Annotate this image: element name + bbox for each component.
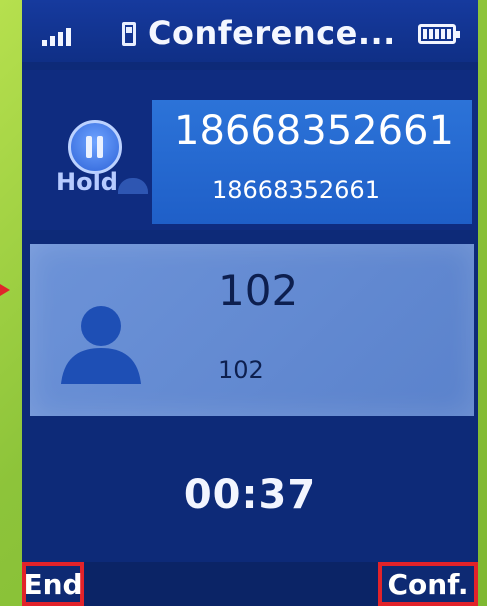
active-name-primary: 102 [218,266,299,315]
active-name-secondary: 102 [218,356,264,384]
call-timer: 00:37 [183,472,317,518]
annotation-arrow [0,284,10,296]
held-number-primary: 18668352661 [174,108,454,154]
held-number-secondary: 18668352661 [212,176,380,204]
hold-shadow [118,178,148,194]
hold-label: Hold [56,168,118,196]
screen-overlay: Hold 18668352661 18668352661 102 102 00:… [22,0,478,606]
conference-softkey[interactable]: Conf. [378,562,478,606]
hold-pause-icon [68,120,122,174]
end-softkey[interactable]: End [22,562,84,606]
contact-avatar-icon [61,306,141,384]
